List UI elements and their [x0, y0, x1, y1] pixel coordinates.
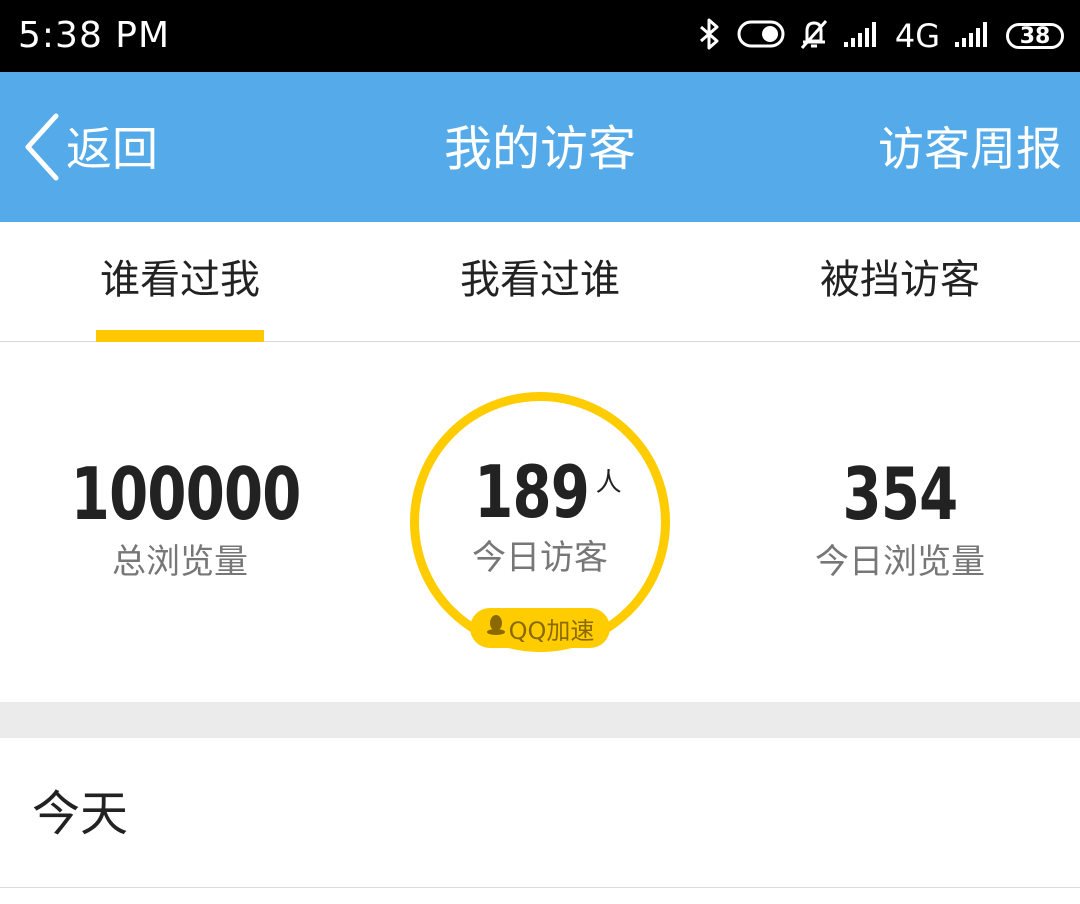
tab-label: 我看过谁 [460, 257, 620, 303]
title-bar: 返回 我的访客 访客周报 [0, 72, 1080, 222]
status-bar: 5:38 PM 4G 38 [0, 0, 1080, 72]
today-visitors-unit: 人 [595, 468, 622, 498]
qq-speedup-badge[interactable]: QQ加速 [470, 608, 610, 648]
status-icons: 4G 38 [697, 14, 1064, 58]
today-views-stat: 354 今日浏览量 [760, 454, 1040, 584]
stats-panel: 100000 总浏览量 189 人 今日访客 QQ加速 354 今日浏览量 [0, 342, 1080, 702]
today-visitors-value: 189 [474, 450, 591, 534]
active-tab-indicator [96, 330, 264, 342]
tab-label: 谁看过我 [100, 257, 260, 303]
tab-bar: 谁看过我 我看过谁 被挡访客 [0, 222, 1080, 342]
signal-icon [843, 20, 881, 52]
signal-icon [954, 20, 992, 52]
bluetooth-icon [697, 17, 723, 55]
bell-off-icon [799, 17, 829, 55]
battery-icon: 38 [1006, 23, 1064, 49]
toggle-icon [737, 20, 785, 52]
tab-label: 被挡访客 [820, 257, 980, 303]
network-type: 4G [894, 17, 940, 55]
tab-who-i-viewed[interactable]: 我看过谁 [360, 222, 720, 341]
badge-label: QQ加速 [508, 616, 595, 645]
total-views-label: 总浏览量 [112, 542, 248, 582]
today-views-value: 354 [842, 452, 959, 536]
tab-who-viewed-me[interactable]: 谁看过我 [0, 222, 360, 341]
today-section-header: 今天 [0, 738, 1080, 888]
app-root: 5:38 PM 4G 38 返回 我的访客 访客周报 谁看过我 我看过谁 被挡访… [0, 0, 1080, 904]
section-title: 今天 [32, 786, 129, 842]
status-time: 5:38 PM [18, 15, 171, 56]
total-views-value: 100000 [70, 452, 302, 536]
total-views-stat: 100000 总浏览量 [40, 454, 320, 584]
today-views-label: 今日浏览量 [815, 542, 985, 582]
tab-blocked-visitors[interactable]: 被挡访客 [720, 222, 1080, 341]
section-divider [0, 702, 1080, 738]
qq-penguin-icon [486, 614, 509, 642]
weekly-report-button[interactable]: 访客周报 [878, 114, 1062, 184]
today-visitors-stat: 189 人 今日访客 [410, 452, 670, 580]
today-visitors-label: 今日访客 [472, 538, 608, 578]
